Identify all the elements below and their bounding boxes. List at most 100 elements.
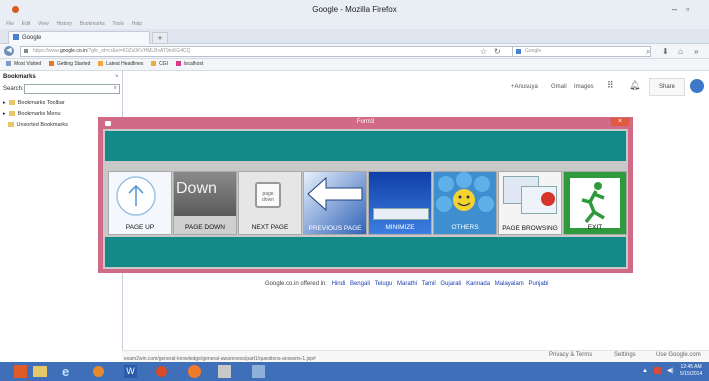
folder-icon bbox=[7, 122, 14, 127]
bookmark-latest-headlines[interactable]: Latest Headlines bbox=[106, 59, 143, 70]
exit-button[interactable]: EXIT bbox=[563, 171, 627, 235]
tool-icon[interactable] bbox=[252, 365, 265, 378]
profile-link[interactable]: +Anusuya bbox=[511, 84, 538, 90]
rss-icon bbox=[98, 61, 104, 66]
use-google-com-link[interactable]: Use Google.com bbox=[656, 352, 701, 358]
page-up-label: PAGE UP bbox=[125, 224, 155, 231]
google-favicon-icon bbox=[13, 34, 19, 40]
lang-tamil[interactable]: Tamil bbox=[422, 281, 436, 287]
word-icon[interactable]: W bbox=[124, 365, 137, 378]
start-button-icon[interactable] bbox=[14, 365, 27, 378]
media-icon[interactable] bbox=[156, 366, 167, 377]
minimize-button[interactable]: – bbox=[672, 4, 677, 14]
keycap-text: Down bbox=[176, 180, 217, 197]
overflow-icon[interactable]: » bbox=[694, 47, 698, 56]
bottom-panel bbox=[105, 237, 626, 267]
volume-icon[interactable]: ◀) bbox=[667, 367, 674, 374]
sidebar-close-icon[interactable]: × bbox=[115, 74, 119, 80]
file-explorer-icon[interactable] bbox=[33, 366, 47, 377]
tray-flag-icon[interactable] bbox=[654, 367, 661, 374]
lang-gujarati[interactable]: Gujarati bbox=[440, 281, 461, 287]
lang-malayalam[interactable]: Malayalam bbox=[495, 281, 524, 287]
menu-edit[interactable]: Edit bbox=[22, 20, 31, 29]
bookmark-getting-started[interactable]: Getting Started bbox=[57, 59, 91, 70]
menu-history[interactable]: History bbox=[56, 20, 72, 29]
home-icon[interactable]: ⌂ bbox=[678, 47, 683, 56]
lock-icon bbox=[24, 49, 28, 53]
bookmarks-toolbar: Most Visited Getting Started Latest Head… bbox=[0, 59, 709, 71]
previous-page-button[interactable]: PREVIOUS PAGE bbox=[303, 171, 367, 235]
menu-help[interactable]: Help bbox=[132, 20, 142, 29]
lang-punjabi[interactable]: Punjabi bbox=[528, 281, 548, 287]
tray-chevron-icon[interactable]: ▲ bbox=[642, 368, 648, 374]
search-icon: ⌕ bbox=[113, 85, 117, 91]
avatar[interactable] bbox=[690, 79, 704, 93]
firefox-taskbar-icon[interactable] bbox=[93, 366, 104, 377]
url-domain: google.co.in bbox=[59, 48, 87, 54]
clock-time: 12:45 AM bbox=[680, 364, 702, 370]
cgi-icon bbox=[151, 61, 157, 66]
internet-explorer-icon[interactable]: e bbox=[62, 364, 69, 379]
sidebar-title: Bookmarks bbox=[3, 74, 36, 80]
lang-bengali[interactable]: Bengali bbox=[350, 281, 370, 287]
system-clock[interactable]: 12:45 AM 5/15/2014 bbox=[680, 364, 702, 378]
form-title: Form3 bbox=[356, 119, 375, 125]
bookmark-most-visited[interactable]: Most Visited bbox=[14, 59, 41, 70]
reload-icon[interactable]: ↻ bbox=[494, 47, 501, 56]
minimize-bar-icon bbox=[373, 208, 429, 220]
menu-file[interactable]: File bbox=[6, 20, 14, 29]
clock-date: 5/15/2014 bbox=[680, 371, 703, 377]
sidebar-search-input[interactable]: ⌕ bbox=[24, 84, 120, 94]
tab-google[interactable]: Google bbox=[8, 31, 150, 44]
notifications-bell-icon[interactable]: 🔔︎ bbox=[629, 80, 640, 91]
menu-view[interactable]: View bbox=[38, 20, 49, 29]
sidebar-item-bookmarks-toolbar[interactable]: ▸ Bookmarks Toolbar bbox=[3, 100, 65, 106]
sidebar-item-bookmarks-menu[interactable]: ▸ Bookmarks Menu bbox=[3, 111, 61, 117]
search-placeholder: Google bbox=[525, 48, 542, 54]
images-link[interactable]: Images bbox=[574, 84, 594, 90]
next-page-button[interactable]: page down NEXT PAGE bbox=[238, 171, 302, 235]
maximize-button[interactable]: ▫ bbox=[686, 4, 689, 14]
back-button[interactable]: ◀ bbox=[4, 46, 14, 56]
search-box[interactable]: Google bbox=[512, 46, 651, 57]
menu-bookmarks[interactable]: Bookmarks bbox=[80, 20, 105, 29]
download-icon[interactable]: ⬇ bbox=[662, 47, 669, 56]
share-button[interactable]: Share bbox=[649, 78, 685, 96]
lang-kannada[interactable]: Kannada bbox=[466, 281, 490, 287]
url-rest: /?gfe_rd=cr&ei=K0Zs0KVHMLBvAT9mKG4CQ bbox=[86, 48, 191, 54]
minimize-app-button[interactable]: MINIMIZE bbox=[368, 171, 432, 235]
red-arrow-icon bbox=[541, 192, 555, 206]
page-down-key-icon: page down bbox=[255, 182, 281, 208]
firefox-active-icon[interactable] bbox=[188, 365, 201, 378]
privacy-terms-link[interactable]: Privacy & Terms bbox=[549, 352, 592, 358]
app-icon[interactable] bbox=[218, 365, 231, 378]
bookmark-localhost[interactable]: localhost bbox=[184, 59, 204, 70]
star-icon[interactable]: ☆ bbox=[480, 47, 487, 56]
url-bar[interactable]: https://www.google.co.in/?gfe_rd=cr&ei=K… bbox=[20, 46, 519, 57]
offered-in-text: Google.co.in offered in: bbox=[265, 281, 327, 287]
lang-telugu[interactable]: Telugu bbox=[375, 281, 393, 287]
new-tab-button[interactable]: + bbox=[152, 32, 168, 44]
next-page-label: NEXT PAGE bbox=[251, 224, 289, 231]
page-down-button[interactable]: Down PAGE DOWN bbox=[173, 171, 237, 235]
form-close-button[interactable]: × bbox=[611, 118, 629, 126]
menu-tools[interactable]: Tools bbox=[112, 20, 124, 29]
most-visited-icon bbox=[6, 61, 11, 66]
form-body: PAGE UP Down PAGE DOWN page down NEXT PA… bbox=[103, 129, 628, 269]
page-up-button[interactable]: PAGE UP bbox=[108, 171, 172, 235]
lang-marathi[interactable]: Marathi bbox=[397, 281, 417, 287]
sidebar-item-unsorted-bookmarks[interactable]: Unsorted Bookmarks bbox=[3, 122, 68, 128]
gmail-link[interactable]: Gmail bbox=[551, 84, 567, 90]
bookmark-cgi[interactable]: CGI bbox=[159, 59, 168, 70]
google-search-icon bbox=[516, 49, 521, 54]
magnifier-icon[interactable]: ⌕ bbox=[646, 47, 650, 57]
others-label: OTHERS bbox=[451, 224, 479, 231]
sidebar-search-label: Search: bbox=[3, 86, 24, 92]
localhost-icon bbox=[175, 61, 181, 66]
apps-grid-icon[interactable]: ⠿ bbox=[607, 80, 614, 91]
page-browsing-button[interactable]: PAGE BROWSING bbox=[498, 171, 562, 235]
lang-hindi[interactable]: Hindi bbox=[332, 281, 346, 287]
url-prefix: https://www. bbox=[33, 48, 60, 54]
settings-link[interactable]: Settings bbox=[614, 352, 636, 358]
others-button[interactable]: OTHERS bbox=[433, 171, 497, 235]
